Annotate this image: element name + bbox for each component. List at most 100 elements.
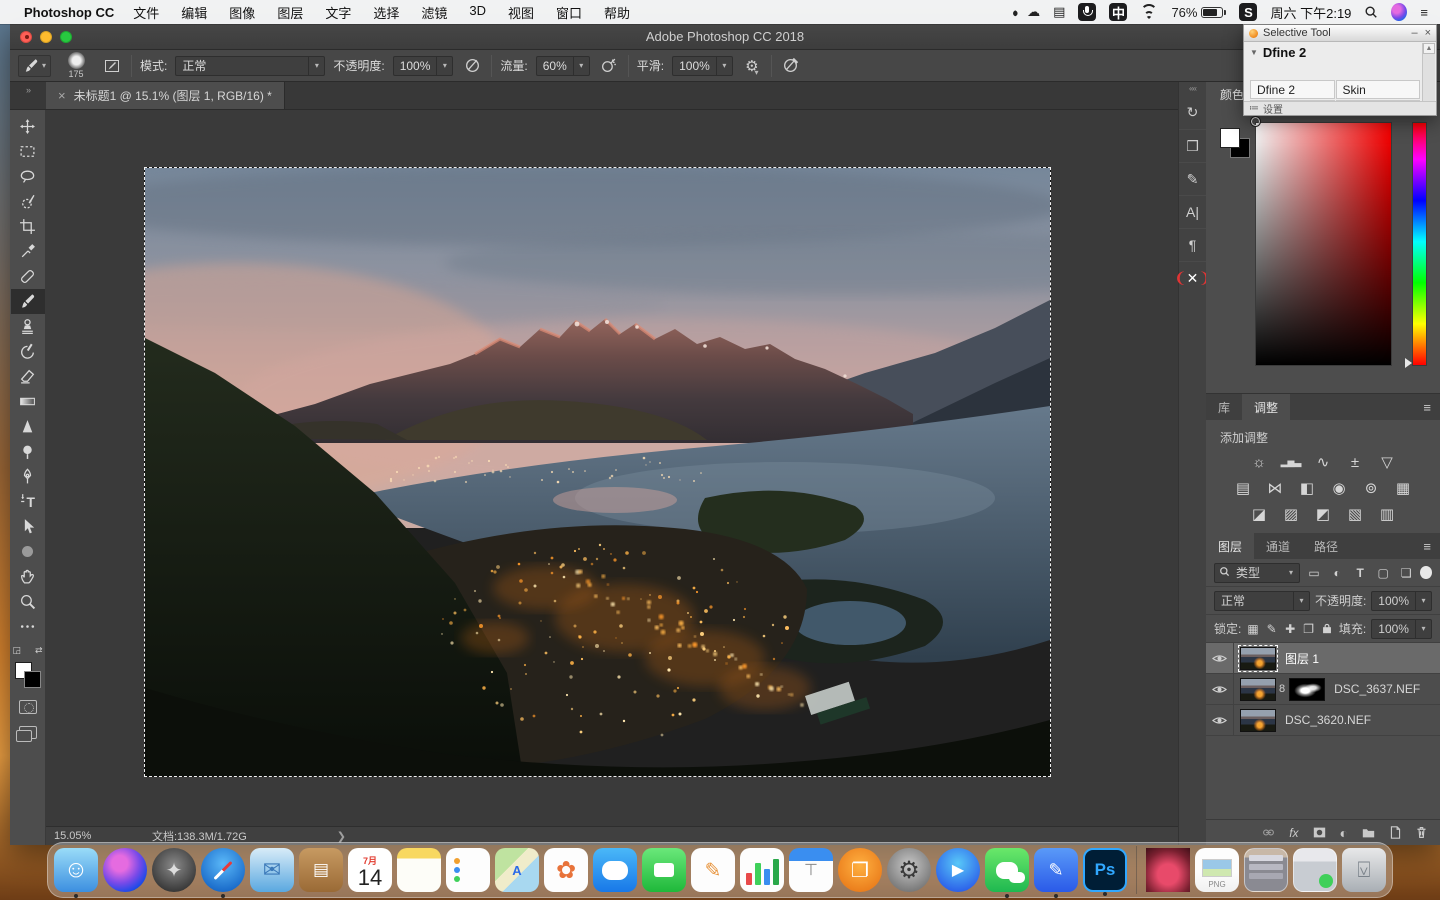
- selective-button-skin[interactable]: Skin: [1336, 80, 1421, 99]
- zoom-tool[interactable]: [11, 589, 45, 614]
- layer-name[interactable]: DSC_3620.NEF: [1285, 713, 1371, 727]
- menu-item-8[interactable]: 视图: [497, 3, 545, 22]
- dock-maps[interactable]: A: [495, 848, 539, 892]
- eraser-tool[interactable]: [11, 364, 45, 389]
- brush-settings-panel-icon[interactable]: ✎: [1179, 162, 1207, 195]
- dock-keynote[interactable]: ⊤: [789, 848, 833, 892]
- add-layer-mask-icon[interactable]: [1312, 826, 1327, 839]
- brush-tool[interactable]: [11, 289, 45, 314]
- canvas-area[interactable]: 15.05% 文档:138.3M/1.72G ❯: [46, 110, 1178, 845]
- spotlight-icon[interactable]: [1364, 3, 1378, 21]
- lock-all-icon[interactable]: [1320, 622, 1334, 636]
- swap-colors-icon[interactable]: ◲⇄: [13, 645, 43, 656]
- selective-minimize-icon[interactable]: –: [1411, 27, 1417, 39]
- status-chevron-icon[interactable]: ❯: [337, 830, 346, 843]
- tab-libraries[interactable]: 库: [1206, 394, 1242, 420]
- minimize-window-button[interactable]: [40, 31, 52, 43]
- pen-tool[interactable]: [11, 464, 45, 489]
- posterize-icon[interactable]: ▨: [1278, 502, 1304, 526]
- curves-icon[interactable]: ∿: [1310, 450, 1336, 474]
- adjustments-menu-icon[interactable]: ≡: [1423, 400, 1432, 415]
- dock-numbers[interactable]: [740, 848, 784, 892]
- tab-adjustments[interactable]: 调整: [1242, 394, 1290, 420]
- color-lookup-icon[interactable]: ▦: [1390, 476, 1416, 500]
- lasso-tool[interactable]: [11, 164, 45, 189]
- menu-item-10[interactable]: 帮助: [593, 3, 641, 22]
- character-panel-icon[interactable]: A|: [1179, 195, 1207, 228]
- wifi-icon[interactable]: [1140, 3, 1158, 21]
- levels-icon[interactable]: ▂▅▃: [1278, 450, 1304, 474]
- smoothing-options-gear-icon[interactable]: ⚙▾: [741, 55, 763, 77]
- smoothing-select[interactable]: 100% ▾: [672, 56, 733, 76]
- menu-item-4[interactable]: 文字: [314, 3, 362, 22]
- layer-visibility-icon[interactable]: [1206, 674, 1234, 704]
- dock-pages[interactable]: ✎: [691, 848, 735, 892]
- color-panel-tab[interactable]: 颜色: [1220, 86, 1244, 103]
- close-window-button[interactable]: [20, 31, 32, 43]
- layer-opacity-select[interactable]: 100% ▾: [1371, 591, 1432, 611]
- dock-itunes[interactable]: ▶: [936, 848, 980, 892]
- dock-reminders[interactable]: [446, 848, 490, 892]
- toolbar-background-swatch[interactable]: [24, 671, 41, 688]
- dock-notability[interactable]: ✎: [1034, 848, 1078, 892]
- notification-center-icon[interactable]: ≡: [1420, 3, 1428, 21]
- gradient-tool[interactable]: [11, 389, 45, 414]
- lock-transparency-icon[interactable]: ▦: [1246, 622, 1260, 636]
- layers-menu-icon[interactable]: ≡: [1423, 539, 1432, 554]
- zoom-window-button[interactable]: [60, 31, 72, 43]
- invert-icon[interactable]: ◪: [1246, 502, 1272, 526]
- hand-tool[interactable]: [11, 564, 45, 589]
- dock-wechat[interactable]: [985, 848, 1029, 892]
- tool-preset-picker[interactable]: ▾: [18, 55, 51, 77]
- new-adjustment-layer-icon[interactable]: ◐: [1340, 825, 1348, 841]
- lock-position-icon[interactable]: ✚: [1283, 622, 1297, 636]
- layer-row-2[interactable]: DSC_3620.NEF: [1206, 705, 1440, 736]
- dock-window-preview-2[interactable]: [1293, 848, 1337, 892]
- nik-selective-panel-icon[interactable]: ❨✕❩: [1179, 261, 1207, 294]
- color-field-cursor[interactable]: [1250, 116, 1261, 127]
- dodge-tool[interactable]: [11, 439, 45, 464]
- layer-name[interactable]: DSC_3637.NEF: [1334, 682, 1420, 696]
- document-canvas[interactable]: [145, 168, 1050, 776]
- exposure-icon[interactable]: ±: [1342, 450, 1368, 474]
- layer-visibility-icon[interactable]: [1206, 643, 1234, 673]
- menu-bar-clock[interactable]: 周六 下午2:19: [1270, 3, 1351, 22]
- tab-channels[interactable]: 通道: [1254, 533, 1302, 559]
- quick-mask-icon[interactable]: [19, 700, 37, 714]
- photo-filter-icon[interactable]: ◉: [1326, 476, 1352, 500]
- dock-window-preview-1[interactable]: [1244, 848, 1288, 892]
- selective-close-icon[interactable]: ×: [1425, 27, 1431, 39]
- layer-row-0[interactable]: 图层 1: [1206, 643, 1440, 674]
- layer-style-fx-icon[interactable]: fx: [1289, 826, 1298, 840]
- dock-notes[interactable]: [397, 848, 441, 892]
- dock-finder[interactable]: ☺: [54, 848, 98, 892]
- dock-photoshop[interactable]: Ps: [1083, 848, 1127, 892]
- dock-messages[interactable]: [593, 848, 637, 892]
- lock-paint-icon[interactable]: ✎: [1265, 622, 1279, 636]
- history-panel-icon[interactable]: ↻: [1179, 96, 1207, 129]
- channel-mixer-icon[interactable]: ⊚: [1358, 476, 1384, 500]
- filter-toggle-icon[interactable]: [1420, 566, 1432, 579]
- menu-item-2[interactable]: 图像: [218, 3, 266, 22]
- menu-item-7[interactable]: 3D: [458, 3, 497, 22]
- sharpen-tool[interactable]: [11, 414, 45, 439]
- filter-type-layers-icon[interactable]: T: [1351, 566, 1369, 580]
- shape-tool[interactable]: [11, 539, 45, 564]
- menu-item-0[interactable]: 文件: [122, 3, 170, 22]
- hue-slider[interactable]: [1412, 122, 1427, 366]
- window-titlebar[interactable]: Adobe Photoshop CC 2018: [10, 24, 1440, 50]
- layer-row-1[interactable]: 8 DSC_3637.NEF: [1206, 674, 1440, 705]
- blend-mode-select[interactable]: 正常 ▾: [175, 56, 325, 76]
- tab-paths[interactable]: 路径: [1302, 533, 1350, 559]
- hue-saturation-icon[interactable]: ▤: [1230, 476, 1256, 500]
- selective-settings-label[interactable]: 设置: [1263, 101, 1283, 116]
- layer-mask-link-icon[interactable]: 8: [1279, 683, 1285, 695]
- size-pressure-icon[interactable]: [780, 55, 802, 77]
- dock-ibooks[interactable]: ❐: [838, 848, 882, 892]
- properties-panel-icon[interactable]: ❒: [1179, 129, 1207, 162]
- shadowsocks-icon[interactable]: S: [1239, 3, 1257, 21]
- lock-artboard-icon[interactable]: ❐: [1302, 622, 1316, 636]
- black-white-icon[interactable]: ◧: [1294, 476, 1320, 500]
- input-method-icon[interactable]: 中: [1109, 3, 1127, 21]
- opacity-select[interactable]: 100% ▾: [393, 56, 454, 76]
